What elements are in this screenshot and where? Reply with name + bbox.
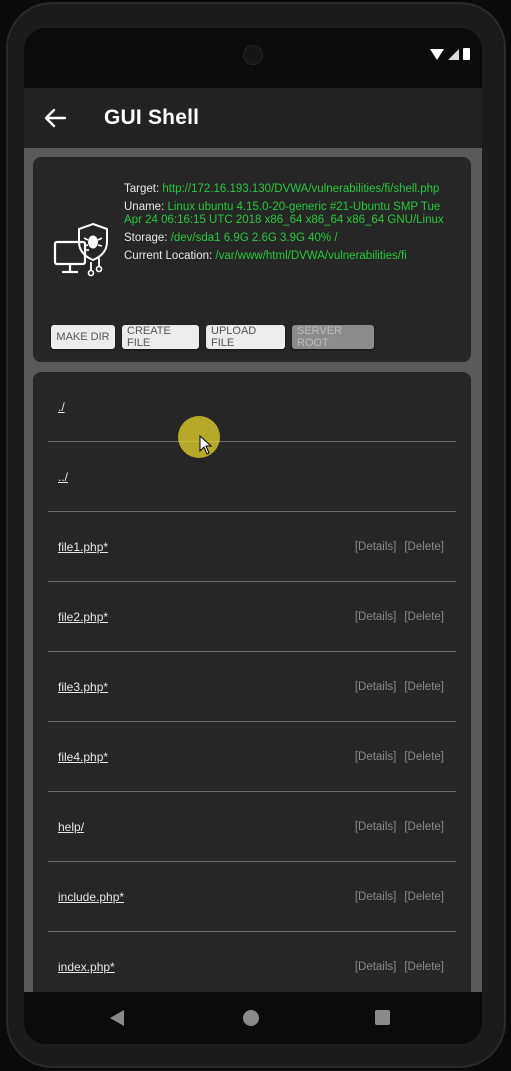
file-name-link[interactable]: file2.php* (48, 610, 108, 624)
app-title: GUI Shell (104, 106, 200, 129)
details-link[interactable]: [Details] (355, 961, 397, 973)
list-item[interactable]: help/ [Details] [Delete] (48, 792, 456, 862)
details-link[interactable]: [Details] (355, 681, 397, 693)
row-actions: [Details] [Delete] (355, 541, 444, 553)
file-list: ./ ../ file1.php* [Details] [Delete] fil… (33, 372, 471, 992)
uname-line: Uname: Linux ubuntu 4.15.0-20-generic #2… (124, 201, 454, 227)
details-link[interactable]: [Details] (355, 541, 397, 553)
system-nav-bar (24, 992, 482, 1044)
details-link[interactable]: [Details] (355, 821, 397, 833)
delete-link[interactable]: [Delete] (404, 961, 444, 973)
storage-value: /dev/sda1 6.9G 2.6G 3.9G 40% / (170, 232, 338, 244)
file-name-link[interactable]: file3.php* (48, 680, 108, 694)
list-item[interactable]: file3.php* [Details] [Delete] (48, 652, 456, 722)
row-actions: [Details] [Delete] (355, 821, 444, 833)
list-item[interactable]: ../ (48, 442, 456, 512)
location-value: /var/www/html/DVWA/vulnerabilities/fi (215, 250, 407, 262)
server-info-card: Target: http://172.16.193.130/DVWA/vulne… (33, 157, 471, 362)
target-line: Target: http://172.16.193.130/DVWA/vulne… (124, 183, 454, 196)
details-link[interactable]: [Details] (355, 611, 397, 623)
list-item[interactable]: include.php* [Details] [Delete] (48, 862, 456, 932)
row-actions: [Details] [Delete] (355, 751, 444, 763)
mouse-cursor-icon (199, 434, 213, 455)
list-item[interactable]: file4.php* [Details] [Delete] (48, 722, 456, 792)
app-bar: GUI Shell (24, 88, 482, 148)
upload-file-button[interactable]: UPLOAD FILE (206, 325, 285, 349)
file-name-link[interactable]: ./ (48, 400, 65, 414)
file-name-link[interactable]: file1.php* (48, 540, 108, 554)
file-name-link[interactable]: index.php* (48, 960, 115, 974)
delete-link[interactable]: [Delete] (404, 541, 444, 553)
delete-link[interactable]: [Delete] (404, 751, 444, 763)
row-actions: [Details] [Delete] (355, 891, 444, 903)
storage-label: Storage: (124, 232, 168, 244)
server-info-text: Target: http://172.16.193.130/DVWA/vulne… (124, 183, 454, 268)
target-value: http://172.16.193.130/DVWA/vulnerabiliti… (162, 183, 440, 195)
file-name-link[interactable]: ../ (48, 470, 68, 484)
wifi-icon (430, 48, 444, 60)
status-icons (430, 48, 470, 60)
device-screen: GUI Shell Target: http://172.16.193.130/… (24, 28, 482, 1044)
location-label: Current Location: (124, 250, 213, 262)
action-buttons: MAKE DIR CREATE FILE UPLOAD FILE SERVER … (51, 325, 374, 349)
computer-bug-icon (53, 220, 115, 282)
row-actions: [Details] [Delete] (355, 961, 444, 973)
list-item[interactable]: file2.php* [Details] [Delete] (48, 582, 456, 652)
target-label: Target: (124, 183, 160, 195)
status-bar (24, 28, 482, 88)
file-name-link[interactable]: include.php* (48, 890, 124, 904)
uname-value: Linux ubuntu 4.15.0-20-generic #21-Ubunt… (124, 201, 444, 226)
main-content: Target: http://172.16.193.130/DVWA/vulne… (24, 148, 482, 992)
uname-label: Uname: (124, 201, 165, 213)
front-camera (243, 45, 263, 65)
create-file-button[interactable]: CREATE FILE (122, 325, 199, 349)
list-item[interactable]: file1.php* [Details] [Delete] (48, 512, 456, 582)
file-name-link[interactable]: help/ (48, 820, 84, 834)
details-link[interactable]: [Details] (355, 891, 397, 903)
details-link[interactable]: [Details] (355, 751, 397, 763)
nav-recents-icon[interactable] (375, 1010, 390, 1025)
make-dir-button[interactable]: MAKE DIR (51, 325, 115, 349)
row-actions: [Details] [Delete] (355, 611, 444, 623)
list-item[interactable]: ./ (48, 372, 456, 442)
battery-icon (463, 48, 470, 60)
cellular-signal-icon (448, 48, 459, 60)
back-arrow-icon[interactable] (40, 103, 70, 133)
location-line: Current Location: /var/www/html/DVWA/vul… (124, 250, 454, 263)
delete-link[interactable]: [Delete] (404, 821, 444, 833)
file-name-link[interactable]: file4.php* (48, 750, 108, 764)
delete-link[interactable]: [Delete] (404, 891, 444, 903)
server-root-button[interactable]: SERVER ROOT (292, 325, 374, 349)
nav-home-icon[interactable] (243, 1010, 259, 1026)
delete-link[interactable]: [Delete] (404, 611, 444, 623)
nav-back-icon[interactable] (110, 1010, 124, 1026)
delete-link[interactable]: [Delete] (404, 681, 444, 693)
storage-line: Storage: /dev/sda1 6.9G 2.6G 3.9G 40% / (124, 232, 454, 245)
row-actions: [Details] [Delete] (355, 681, 444, 693)
list-item[interactable]: index.php* [Details] [Delete] (48, 932, 456, 992)
